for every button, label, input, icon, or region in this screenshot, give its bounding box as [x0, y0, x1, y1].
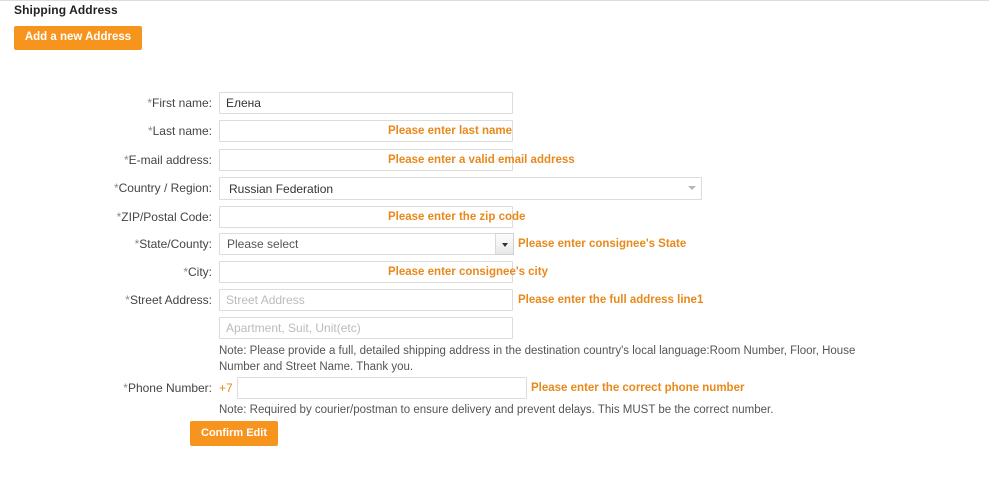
page-title: Shipping Address [14, 3, 118, 17]
phone-number-label: *Phone Number: [123, 381, 212, 395]
first-name-label: *First name: [147, 96, 212, 110]
last-name-label: *Last name: [147, 124, 212, 138]
country-region-select[interactable] [219, 177, 702, 200]
phone-note: Note: Required by courier/postman to ens… [219, 404, 774, 416]
city-error: Please enter consignee's city [388, 266, 548, 278]
last-name-error: Please enter last name [388, 125, 513, 137]
city-label: *City: [183, 265, 212, 279]
zip-postal-code-label: *ZIP/Postal Code: [116, 210, 212, 224]
chevron-down-icon [502, 243, 508, 247]
confirm-edit-button[interactable]: Confirm Edit [190, 421, 278, 446]
state-county-error: Please enter consignee's State [518, 238, 687, 250]
add-new-address-button[interactable]: Add a new Address [14, 26, 142, 50]
state-county-select[interactable] [219, 233, 513, 255]
phone-number-input[interactable] [237, 377, 527, 399]
phone-number-error: Please enter the correct phone number [531, 382, 745, 394]
state-county-dropdown-button[interactable] [495, 233, 514, 255]
phone-country-prefix: +7 [219, 381, 233, 395]
email-address-error: Please enter a valid email address [388, 154, 575, 166]
page-top-divider [0, 0, 989, 1]
street-address-input[interactable] [219, 289, 513, 311]
address-note: Note: Please provide a full, detailed sh… [219, 345, 856, 373]
street-address-error: Please enter the full address line1 [518, 294, 704, 306]
apartment-input[interactable] [219, 317, 513, 339]
state-county-label: *State/County: [134, 237, 212, 251]
first-name-input[interactable] [219, 92, 513, 114]
street-address-label: *Street Address: [125, 293, 212, 307]
country-region-label: *Country / Region: [113, 181, 212, 195]
email-address-label: *E-mail address: [123, 153, 212, 167]
zip-postal-code-error: Please enter the zip code [388, 211, 526, 223]
